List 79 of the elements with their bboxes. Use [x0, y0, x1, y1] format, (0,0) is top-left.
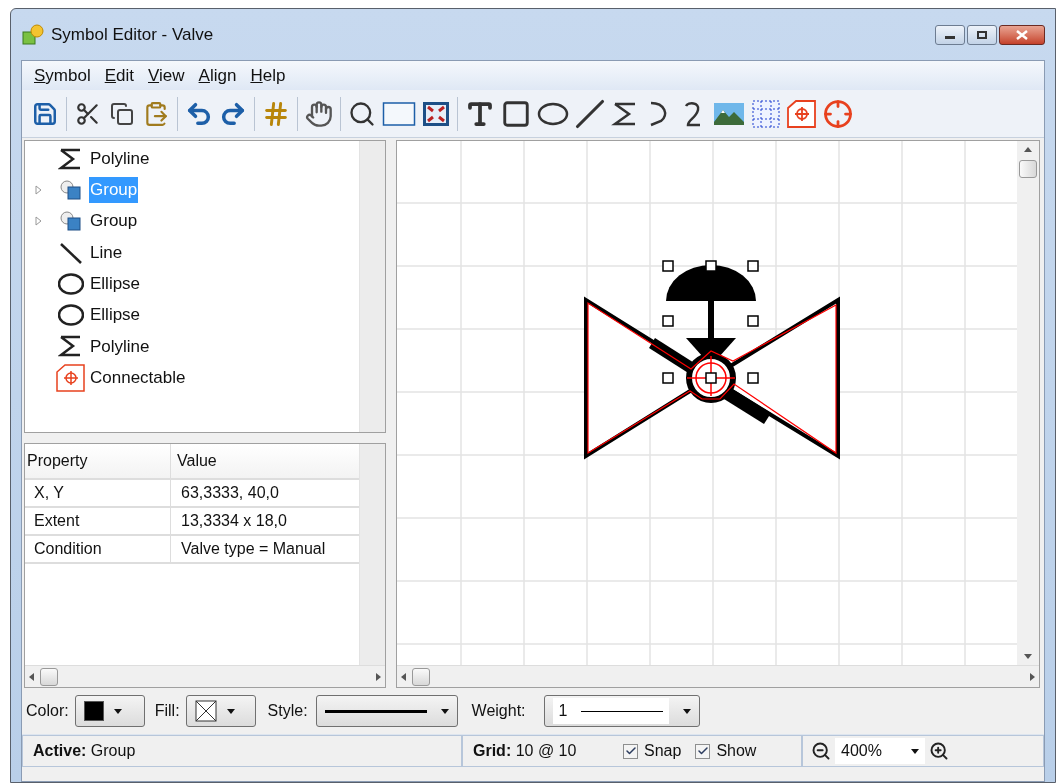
zoom-out-icon[interactable]	[811, 741, 831, 761]
snap-label: Snap	[644, 741, 682, 761]
column-header[interactable]: Value	[171, 444, 359, 478]
snap-checkbox[interactable]	[623, 743, 638, 759]
menu-item[interactable]: Edit	[98, 62, 140, 89]
selection-handle[interactable]	[662, 315, 674, 327]
show-label: Show	[716, 741, 757, 761]
fill-dropdown[interactable]	[185, 695, 256, 727]
tree-item[interactable]: Polyline	[89, 333, 151, 360]
show-checkbox[interactable]	[695, 743, 711, 759]
app-icon	[21, 22, 45, 47]
line-weight-dropdown[interactable]: 1	[543, 695, 700, 727]
table-cell: X, Y	[25, 480, 171, 506]
line-style-dropdown[interactable]	[315, 695, 458, 727]
selection-handle[interactable]	[747, 260, 759, 272]
grid-status: Grid: 10 @ 10	[473, 741, 578, 761]
menu-item[interactable]: View	[142, 62, 191, 89]
dropdown-arrow-icon	[911, 748, 919, 754]
table-cell-text: 13,3334 x 18,0	[180, 511, 288, 531]
tree-item[interactable]: Ellipse	[89, 271, 142, 297]
weight-label: Weight:	[471, 701, 526, 721]
scroll-thumb[interactable]	[1019, 160, 1037, 178]
selection-handle[interactable]	[705, 372, 717, 384]
group-icon	[58, 209, 84, 234]
dropdown-arrow-icon	[682, 708, 691, 714]
horizontal-scrollbar[interactable]	[397, 665, 1039, 687]
scroll-right-icon[interactable]	[376, 672, 381, 681]
table-cell: Condition	[25, 536, 171, 562]
fill-label: Fill:	[154, 701, 180, 721]
zoom-in-icon[interactable]	[929, 741, 949, 761]
selection-handle[interactable]	[747, 315, 759, 327]
active-status: Active: Group	[33, 741, 136, 761]
tree-item[interactable]: Connectable	[89, 364, 187, 391]
color-dropdown[interactable]	[74, 695, 145, 727]
drawing-canvas[interactable]	[397, 141, 1017, 665]
dropdown-arrow-icon	[113, 708, 122, 714]
valve-symbol-drawing[interactable]	[584, 260, 840, 460]
thin-line-icon	[581, 710, 663, 712]
line-icon	[58, 240, 84, 265]
menu-item[interactable]: Align	[192, 62, 243, 89]
column-header[interactable]: Property	[25, 444, 171, 478]
menu-item[interactable]: Symbol	[28, 62, 97, 89]
table-cell: Extent	[25, 508, 171, 534]
scroll-right-icon[interactable]	[1030, 672, 1035, 681]
selection-handle[interactable]	[705, 260, 717, 272]
scroll-left-icon[interactable]	[29, 672, 34, 681]
zoom-dropdown[interactable]: 400%	[835, 738, 925, 764]
tree-item[interactable]: Ellipse	[89, 302, 142, 328]
expand-arrow-icon[interactable]	[35, 184, 43, 195]
no-fill-icon	[194, 700, 217, 722]
solid-line-icon	[324, 709, 427, 713]
tree-item[interactable]: Group	[89, 208, 139, 234]
weight-value: 1	[558, 701, 568, 721]
scroll-left-icon[interactable]	[401, 672, 406, 681]
horizontal-scrollbar[interactable]	[25, 665, 385, 687]
selection-handle[interactable]	[662, 260, 674, 272]
dropdown-arrow-icon	[226, 708, 235, 714]
table-cell-text: Valve type = Manual	[180, 539, 327, 559]
close-button[interactable]	[999, 24, 1045, 45]
color-label: Color:	[26, 701, 69, 721]
tree-item[interactable]: Polyline	[89, 145, 151, 172]
maximize-button[interactable]	[967, 24, 997, 45]
tree-item[interactable]: Line	[89, 239, 124, 266]
group-icon	[58, 177, 84, 202]
expand-arrow-icon[interactable]	[35, 216, 43, 227]
scroll-down-icon[interactable]	[1024, 654, 1032, 659]
scroll-thumb[interactable]	[40, 667, 58, 686]
connectable-icon	[56, 363, 86, 392]
menu-item[interactable]: Help	[244, 62, 292, 89]
style-label: Style:	[267, 701, 308, 721]
dropdown-arrow-icon	[440, 708, 449, 714]
close-icon	[1016, 29, 1028, 40]
selection-handle[interactable]	[662, 372, 674, 384]
window-title: Symbol Editor - Valve	[51, 23, 214, 46]
table-cell-text: 63,3333, 40,0	[180, 483, 280, 503]
scroll-thumb[interactable]	[412, 667, 430, 686]
selection-handle[interactable]	[747, 372, 759, 384]
scroll-up-icon[interactable]	[1024, 147, 1032, 152]
minimize-button[interactable]	[935, 24, 965, 45]
